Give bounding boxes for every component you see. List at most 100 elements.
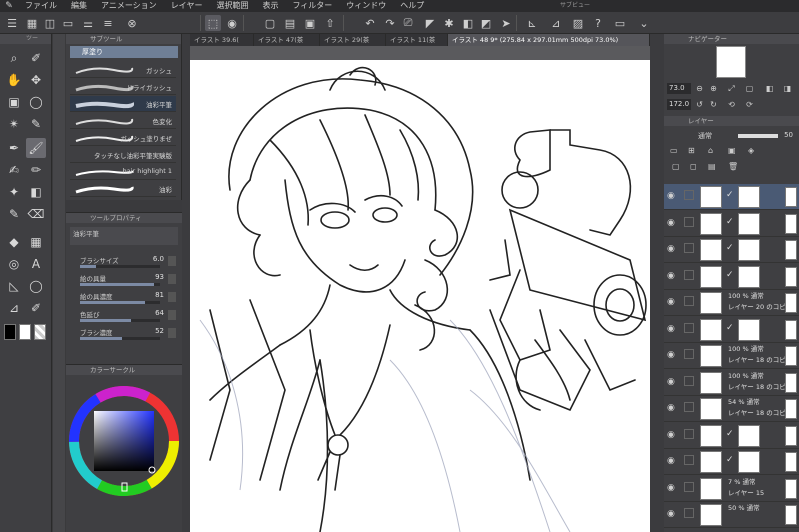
eye-icon[interactable]: ◉ <box>667 377 675 387</box>
share-icon[interactable]: ⇧ <box>322 15 338 31</box>
eyedropper-icon[interactable]: ✎ <box>26 114 46 134</box>
drawing-canvas[interactable] <box>190 60 650 532</box>
spinner-icon[interactable] <box>168 256 176 266</box>
sparkle-icon[interactable]: ✱ <box>441 15 457 31</box>
layer-checkbox[interactable] <box>684 216 694 227</box>
new-folder-icon[interactable]: ▤ <box>708 162 716 171</box>
eye-icon[interactable]: ◉ <box>667 191 675 201</box>
correct-line-icon[interactable]: ✐ <box>26 298 46 318</box>
zoom-tool-icon[interactable]: ⌕ <box>4 48 24 68</box>
layer-checkbox[interactable] <box>684 508 694 518</box>
layer-checkbox[interactable] <box>684 375 694 386</box>
lasso-tool-icon[interactable]: ◯ <box>26 92 46 112</box>
ref-icon[interactable]: ⊞ <box>688 146 695 155</box>
layer-checkbox[interactable] <box>684 190 694 200</box>
new-file-icon[interactable]: ▢ <box>262 15 278 31</box>
camera-icon[interactable]: ◉ <box>224 15 240 31</box>
pen-tool-icon[interactable]: ✒ <box>4 138 24 158</box>
object-tool-icon[interactable]: ▣ <box>4 92 24 112</box>
canvas-area[interactable] <box>190 46 650 532</box>
main-color-swatch[interactable] <box>4 324 16 340</box>
new-raster-icon[interactable]: ▢ <box>672 162 680 171</box>
tab-canvas[interactable]: イラスト 11(茶 <box>386 34 448 46</box>
paint-brush-icon[interactable]: 🖌 <box>26 138 46 158</box>
save-icon[interactable]: ▣ <box>302 15 318 31</box>
ruler-tool-icon[interactable]: ◺ <box>4 276 24 296</box>
menu-selection[interactable]: 選択範囲 <box>209 0 255 12</box>
layer-row[interactable]: ◉ ✓ <box>664 184 799 210</box>
brush-item[interactable]: 油彩 <box>70 181 176 197</box>
fill-icon[interactable]: ◤ <box>422 15 438 31</box>
open-folder-icon[interactable]: ▤ <box>282 15 298 31</box>
undo-icon[interactable]: ↶ <box>362 15 378 31</box>
figure-icon[interactable]: ◎ <box>4 254 24 274</box>
transparent-swatch[interactable] <box>34 324 46 340</box>
shape-icon[interactable]: ◩ <box>478 15 494 31</box>
menu-window[interactable]: ウィンドウ <box>339 0 393 12</box>
tab-canvas[interactable]: イラスト 39.6( <box>190 34 254 46</box>
hand-tool-icon[interactable]: ✋ <box>4 70 24 90</box>
brush-item[interactable]: ドライガッシュ <box>70 79 176 95</box>
balloon-icon[interactable]: ◯ <box>26 276 46 296</box>
layer-row[interactable]: ◉ 50 % 通常 <box>664 502 799 528</box>
mask-icon[interactable]: ▣ <box>728 146 736 155</box>
adjust-icon[interactable]: ⚌ <box>80 15 96 31</box>
new-vector-icon[interactable]: ◻ <box>690 162 697 171</box>
zoom-in-icon[interactable]: ⊕ <box>708 83 719 94</box>
menu-edit[interactable]: 編集 <box>64 0 94 12</box>
tab-canvas[interactable]: イラスト 29(茶 <box>320 34 386 46</box>
eye-icon[interactable]: ◉ <box>667 430 675 440</box>
paint-amount-row[interactable]: 絵の具量 93 <box>70 273 178 289</box>
reset-rotate-icon[interactable]: ⟲ <box>726 99 737 110</box>
angle-input[interactable]: 172.0 <box>667 99 691 110</box>
spinner-icon[interactable] <box>168 292 176 302</box>
opacity-slider[interactable] <box>738 134 778 138</box>
arrange-icon[interactable]: ▦ <box>24 15 40 31</box>
list-icon[interactable]: ≡ <box>100 15 116 31</box>
actual-size-icon[interactable]: ▢ <box>744 83 755 94</box>
eraser-icon[interactable]: ⌫ <box>26 204 46 224</box>
eye-icon[interactable]: ◉ <box>667 297 675 307</box>
lock-icon[interactable]: ⊗ <box>124 15 140 31</box>
fill-bucket-icon[interactable]: ◆ <box>4 232 24 252</box>
layer-checkbox[interactable] <box>684 296 694 306</box>
brush-item[interactable]: ガッシュ <box>70 62 176 78</box>
brush-tool-icon[interactable]: ✐ <box>26 48 46 68</box>
layer-row[interactable]: ◉ ✓ <box>664 449 799 475</box>
subtool-group-tab[interactable]: 厚塗り <box>70 46 178 58</box>
layer-checkbox[interactable] <box>684 455 694 465</box>
layer-row[interactable]: ◉ ✓ <box>664 211 799 237</box>
magic-wand-icon[interactable]: ✴ <box>4 114 24 134</box>
view-icon[interactable]: ▭ <box>612 15 628 31</box>
zoom-input[interactable]: 73.0 <box>667 83 691 94</box>
eye-icon[interactable]: ◉ <box>667 244 675 254</box>
eye-icon[interactable]: ◉ <box>667 403 675 413</box>
blend-mode-select[interactable]: 通常 <box>698 131 712 141</box>
lock-icon[interactable]: ⌂ <box>708 146 713 155</box>
eye-icon[interactable]: ◉ <box>667 509 675 519</box>
eye-icon[interactable]: ◉ <box>667 324 675 334</box>
layer-checkbox[interactable] <box>684 349 694 359</box>
spinner-icon[interactable] <box>168 310 176 320</box>
layer-row[interactable]: ◉ ✓ <box>664 317 799 343</box>
paint-density-row[interactable]: 絵の具濃度 81 <box>70 291 178 307</box>
brush-item[interactable]: hair highlight 1 <box>70 164 176 180</box>
eye-icon[interactable]: ◉ <box>667 271 675 281</box>
brush-item[interactable]: 色変化 <box>70 113 176 129</box>
flip-v-icon[interactable]: ◨ <box>782 83 793 94</box>
brush-item[interactable]: タッチなし油彩平筆実験版 <box>70 147 176 163</box>
layer-row[interactable]: ◉ 7 % 通常 レイヤー 15 <box>664 476 799 502</box>
brush-item[interactable]: 油彩平筆 <box>70 96 176 112</box>
menu-file[interactable]: ファイル <box>18 0 64 12</box>
brush-density-row[interactable]: ブラシ濃度 52 <box>70 327 178 343</box>
rotate-left-icon[interactable]: ↺ <box>694 99 705 110</box>
grid-icon[interactable]: ▨ <box>570 15 586 31</box>
spinner-icon[interactable] <box>168 328 176 338</box>
pencil-icon[interactable]: ✏ <box>26 160 46 180</box>
ruler2-icon[interactable]: ⊿ <box>548 15 564 31</box>
eye-icon[interactable]: ◉ <box>667 218 675 228</box>
fit-icon[interactable]: ⤢ <box>726 83 737 94</box>
trash-icon[interactable]: 🗑 <box>728 162 738 171</box>
layer-checkbox[interactable] <box>684 243 694 253</box>
menu-animation[interactable]: アニメーション <box>94 0 164 12</box>
